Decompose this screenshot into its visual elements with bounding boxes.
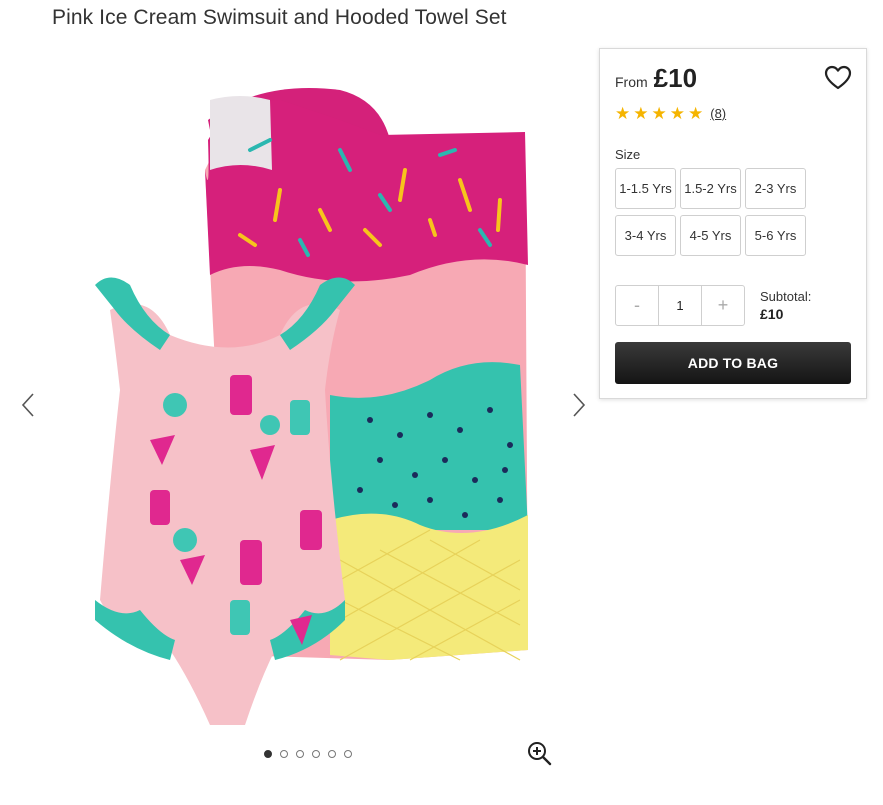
size-option-5-6[interactable]: 5-6 Yrs — [745, 215, 806, 256]
price-prefix: From — [615, 74, 648, 90]
next-image-button[interactable] — [566, 390, 590, 420]
star-icon: ★ — [651, 104, 667, 123]
product-title: Pink Ice Cream Swimsuit and Hooded Towel… — [52, 6, 507, 29]
chevron-left-icon — [21, 393, 34, 417]
heart-icon — [824, 65, 852, 90]
carousel-dot[interactable] — [328, 750, 336, 758]
size-option-1.5-2[interactable]: 1.5-2 Yrs — [680, 168, 741, 209]
size-option-4-5[interactable]: 4-5 Yrs — [680, 215, 741, 256]
size-options: 1-1.5 Yrs 1.5-2 Yrs 2-3 Yrs 3-4 Yrs 4-5 … — [615, 168, 806, 256]
product-image[interactable] — [80, 60, 540, 730]
product-gallery — [0, 50, 600, 800]
star-icon: ★ — [669, 104, 685, 123]
price: £10 — [653, 63, 698, 93]
quantity-decrease-button[interactable]: - — [616, 286, 658, 325]
buy-box: From £10 ★ ★ ★ ★ ★ (8) Size 1-1.5 Yrs 1.… — [599, 48, 867, 399]
size-label: Size — [615, 147, 641, 162]
subtotal-label: Subtotal: — [760, 289, 812, 304]
subtotal: Subtotal: £10 — [760, 289, 811, 322]
carousel-dot[interactable] — [344, 750, 352, 758]
add-to-bag-button[interactable]: ADD TO BAG — [615, 342, 851, 384]
carousel-dot[interactable] — [296, 750, 304, 758]
carousel-dot[interactable] — [312, 750, 320, 758]
star-icon: ★ — [688, 104, 704, 123]
zoom-button[interactable] — [526, 740, 552, 766]
quantity-input[interactable]: 1 — [658, 286, 702, 325]
star-icon: ★ — [615, 104, 631, 123]
previous-image-button[interactable] — [17, 390, 41, 420]
zoom-in-icon — [528, 742, 552, 766]
size-option-1-1.5[interactable]: 1-1.5 Yrs — [615, 168, 676, 209]
carousel-dot[interactable] — [264, 750, 272, 758]
price-row: From £10 — [615, 63, 697, 94]
chevron-right-icon — [573, 393, 586, 417]
star-icon: ★ — [633, 104, 649, 123]
carousel-dots — [264, 750, 352, 758]
wishlist-button[interactable] — [824, 65, 852, 91]
quantity-increase-button[interactable]: + — [702, 286, 744, 325]
size-option-2-3[interactable]: 2-3 Yrs — [745, 168, 806, 209]
quantity-stepper: - 1 + — [615, 285, 745, 326]
carousel-dot[interactable] — [280, 750, 288, 758]
subtotal-value: £10 — [760, 306, 784, 322]
rating: ★ ★ ★ ★ ★ (8) — [615, 105, 726, 122]
size-option-3-4[interactable]: 3-4 Yrs — [615, 215, 676, 256]
review-count-link[interactable]: (8) — [710, 106, 726, 121]
